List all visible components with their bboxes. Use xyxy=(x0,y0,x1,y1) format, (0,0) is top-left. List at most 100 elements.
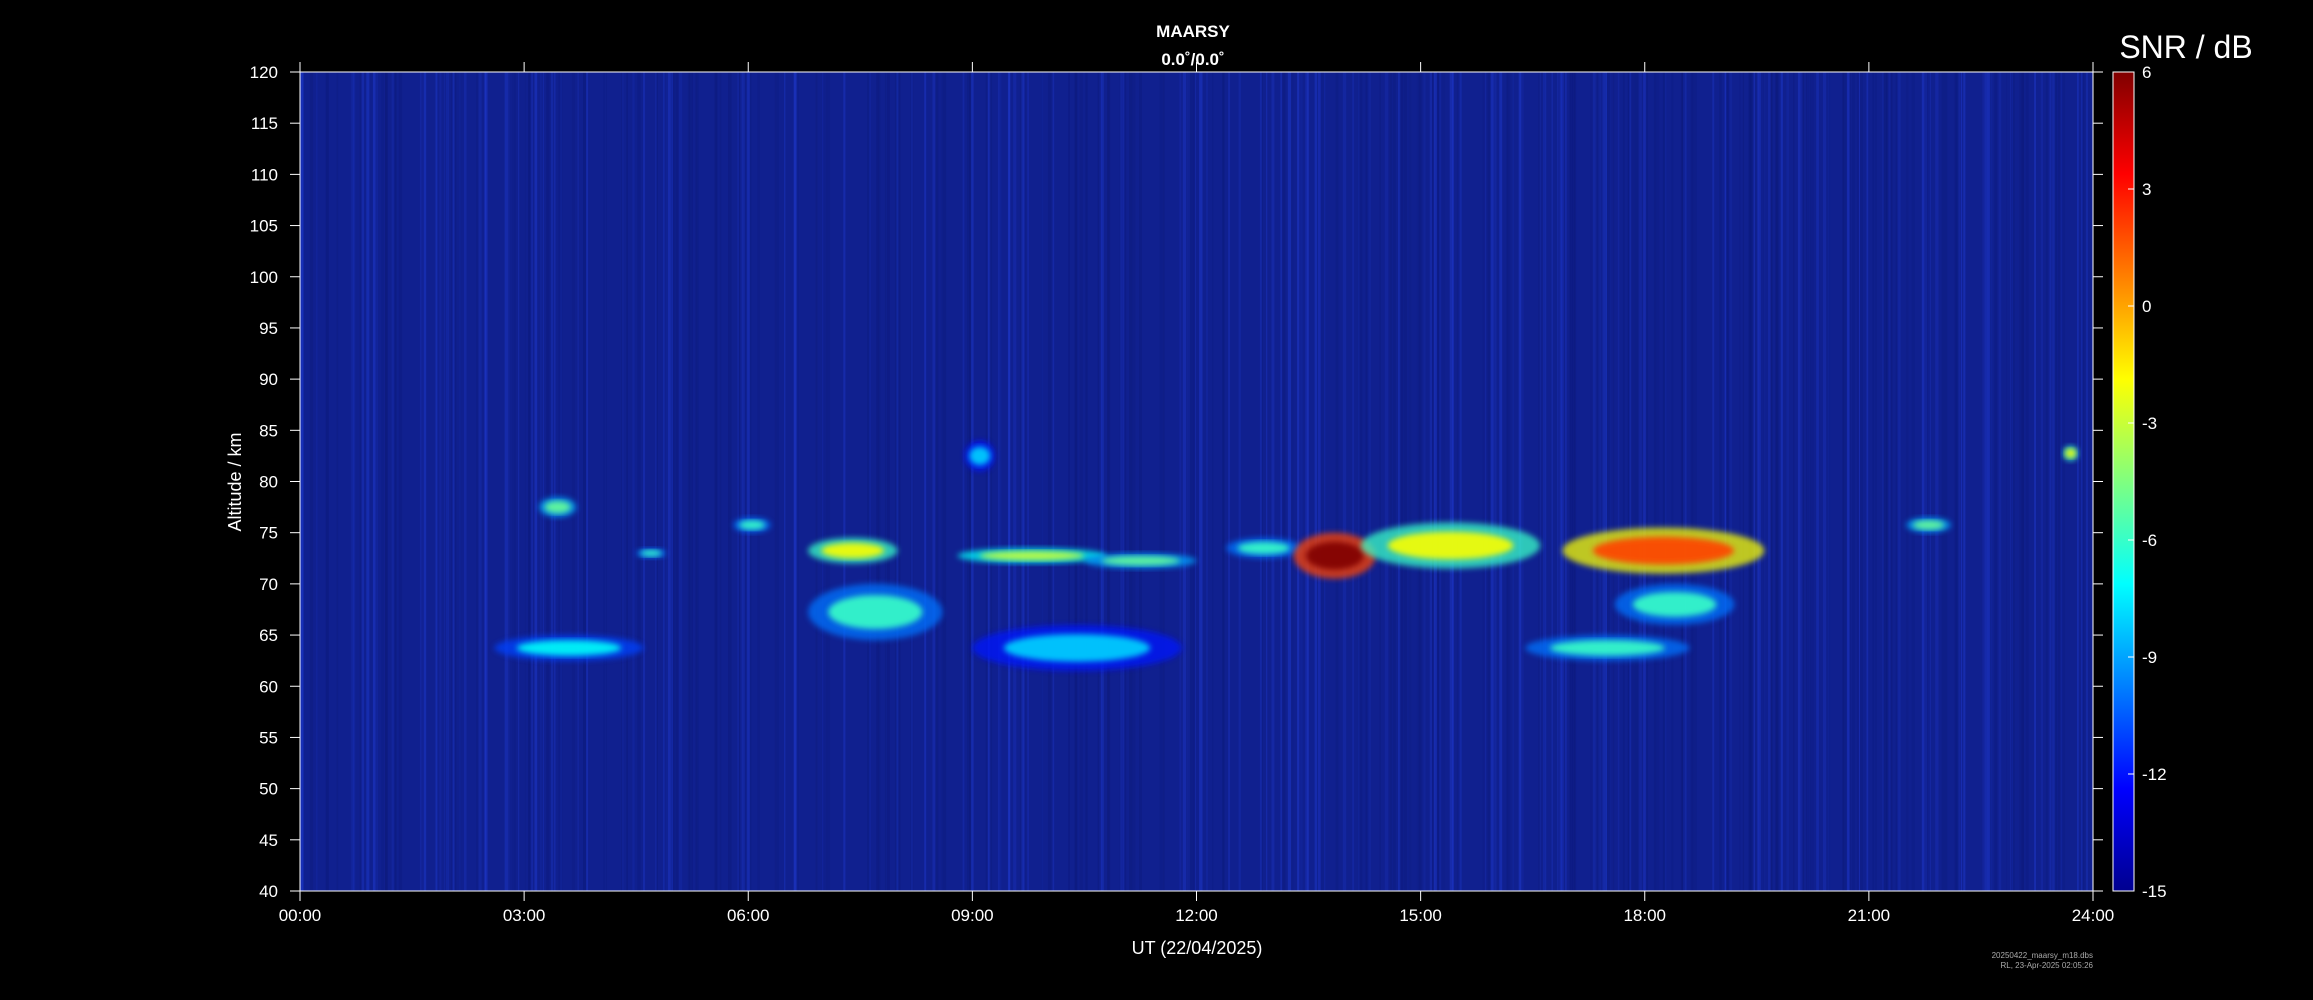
noise-stripe xyxy=(1828,72,1831,891)
noise-stripe xyxy=(1816,72,1819,891)
noise-stripe xyxy=(1712,72,1715,891)
noise-stripe xyxy=(1958,72,1961,891)
noise-stripe xyxy=(1266,72,1268,891)
noise-stripe xyxy=(843,72,846,891)
noise-stripe xyxy=(1961,72,1963,891)
noise-stripe xyxy=(504,72,506,891)
noise-stripe xyxy=(1729,72,1733,891)
noise-stripe xyxy=(662,72,664,891)
noise-stripe xyxy=(507,72,510,891)
noise-stripe xyxy=(1634,72,1638,891)
noise-stripe xyxy=(1012,72,1017,891)
noise-stripe xyxy=(534,72,538,891)
noise-stripe xyxy=(571,72,575,891)
noise-stripe xyxy=(455,72,457,891)
colorbar-tick-label: 6 xyxy=(2142,63,2151,82)
noise-stripe xyxy=(1962,72,1966,891)
colorbar-tick-label: -12 xyxy=(2142,765,2167,784)
noise-stripe xyxy=(1400,72,1404,891)
noise-stripe xyxy=(420,72,423,891)
noise-stripe xyxy=(1162,72,1165,891)
noise-stripe xyxy=(1291,72,1294,891)
noise-stripe xyxy=(1139,72,1142,891)
noise-stripe xyxy=(1342,72,1347,891)
noise-stripe xyxy=(1287,72,1291,891)
noise-stripe xyxy=(1994,72,1998,891)
noise-stripe xyxy=(2081,72,2083,891)
noise-stripe xyxy=(399,72,402,891)
echo-region xyxy=(2065,448,2076,458)
noise-stripe xyxy=(1007,72,1011,891)
noise-stripe xyxy=(1770,72,1772,891)
noise-stripe xyxy=(1079,72,1083,891)
noise-stripe xyxy=(2057,72,2061,891)
noise-stripe xyxy=(1398,72,1400,891)
noise-stripe xyxy=(1195,72,1197,891)
noise-stripe xyxy=(1590,72,1592,891)
noise-stripe xyxy=(1182,72,1186,891)
noise-stripe xyxy=(1662,72,1665,891)
noise-stripe xyxy=(2053,72,2057,891)
noise-stripe xyxy=(1905,72,1909,891)
y-tick-label: 85 xyxy=(259,421,278,440)
noise-stripe xyxy=(463,72,467,891)
noise-stripe xyxy=(1456,72,1459,891)
x-tick-label: 03:00 xyxy=(503,906,546,925)
noise-stripe xyxy=(655,72,657,891)
noise-stripe xyxy=(828,72,831,891)
noise-stripe xyxy=(1459,72,1462,891)
noise-stripe xyxy=(1392,72,1396,891)
noise-stripe xyxy=(1179,72,1182,891)
noise-stripe xyxy=(942,72,947,891)
noise-stripe xyxy=(1306,72,1310,891)
noise-stripe xyxy=(553,72,556,891)
noise-stripe xyxy=(774,72,778,891)
noise-stripe xyxy=(1811,72,1814,891)
noise-stripe xyxy=(1487,72,1491,891)
noise-stripe xyxy=(540,72,542,891)
noise-stripe xyxy=(514,72,516,891)
noise-stripe xyxy=(2025,72,2029,891)
noise-stripe xyxy=(551,72,553,891)
x-tick-label: 06:00 xyxy=(727,906,770,925)
colorbar-tick-label: -15 xyxy=(2142,882,2167,901)
noise-stripe xyxy=(1857,72,1860,891)
noise-stripe xyxy=(1750,72,1754,891)
noise-stripe xyxy=(621,72,623,891)
noise-stripe xyxy=(822,72,824,891)
noise-stripe xyxy=(1897,72,1901,891)
noise-stripe xyxy=(2011,72,2013,891)
noise-stripe xyxy=(941,72,943,891)
noise-stripe xyxy=(519,72,521,891)
noise-stripe xyxy=(586,72,589,891)
noise-stripe xyxy=(316,72,318,891)
y-tick-label: 55 xyxy=(259,728,278,747)
colorbar-tick-label: 3 xyxy=(2142,180,2151,199)
noise-stripe xyxy=(1206,72,1208,891)
noise-stripe xyxy=(352,72,356,891)
y-tick-label: 90 xyxy=(259,370,278,389)
noise-stripe xyxy=(1238,72,1241,891)
noise-stripe xyxy=(1929,72,1931,891)
noise-stripe xyxy=(1365,72,1368,891)
noise-stripe xyxy=(1802,72,1805,891)
noise-stripe xyxy=(1631,72,1635,891)
noise-stripe xyxy=(1358,72,1360,891)
y-tick-label: 95 xyxy=(259,319,278,338)
noise-stripe xyxy=(1429,72,1433,891)
noise-stripe xyxy=(1449,72,1453,891)
noise-stripe xyxy=(1416,72,1420,891)
y-axis-label: Altitude / km xyxy=(225,432,245,531)
noise-stripe xyxy=(1561,72,1564,891)
noise-stripe xyxy=(1872,72,1874,891)
noise-stripe xyxy=(1888,72,1891,891)
footer-generated: RL, 23-Apr-2025 02:05:26 xyxy=(2000,961,2093,970)
noise-stripe xyxy=(1565,72,1567,891)
noise-stripe xyxy=(1543,72,1547,891)
y-tick-label: 70 xyxy=(259,575,278,594)
noise-stripe xyxy=(1074,72,1078,891)
noise-stripe xyxy=(1132,72,1136,891)
noise-stripe xyxy=(1280,72,1283,891)
noise-stripe xyxy=(1739,72,1741,891)
y-tick-label: 110 xyxy=(251,165,278,184)
